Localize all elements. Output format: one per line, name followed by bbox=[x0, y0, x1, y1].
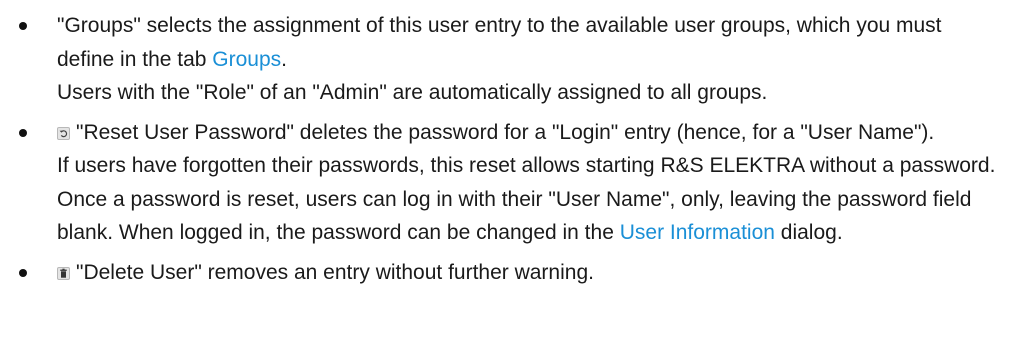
bullet-icon bbox=[19, 128, 27, 137]
reset-details-text: If users have forgotten their passwords,… bbox=[57, 154, 996, 244]
trash-icon bbox=[57, 266, 70, 280]
reset-password-details: If users have forgotten their passwords,… bbox=[57, 149, 1003, 250]
reset-details-text-end: dialog. bbox=[774, 221, 843, 244]
user-information-link[interactable]: User Information bbox=[620, 221, 775, 244]
delete-user-description: "Delete User" removes an entry without f… bbox=[57, 256, 1003, 290]
reset-password-description: "Reset User Password" deletes the passwo… bbox=[57, 116, 1003, 150]
groups-description: "Groups" selects the assignment of this … bbox=[57, 9, 1003, 76]
groups-text: "Groups" selects the assignment of this … bbox=[57, 14, 942, 71]
list-item-reset-password: "Reset User Password" deletes the passwo… bbox=[0, 110, 1023, 250]
groups-text-end: . bbox=[281, 47, 288, 71]
list-item-groups: "Groups" selects the assignment of this … bbox=[0, 0, 1023, 110]
groups-link[interactable]: Groups bbox=[212, 48, 281, 71]
delete-user-text: "Delete User" removes an entry without f… bbox=[76, 260, 594, 284]
bullet-list: "Groups" selects the assignment of this … bbox=[0, 0, 1023, 289]
list-item-delete-user: "Delete User" removes an entry without f… bbox=[0, 250, 1023, 290]
groups-admin-note: Users with the "Role" of an "Admin" are … bbox=[57, 81, 768, 104]
reset-password-text: "Reset User Password" deletes the passwo… bbox=[76, 120, 935, 144]
reset-icon bbox=[57, 126, 70, 140]
bullet-icon bbox=[19, 22, 27, 30]
bullet-icon bbox=[19, 268, 27, 277]
